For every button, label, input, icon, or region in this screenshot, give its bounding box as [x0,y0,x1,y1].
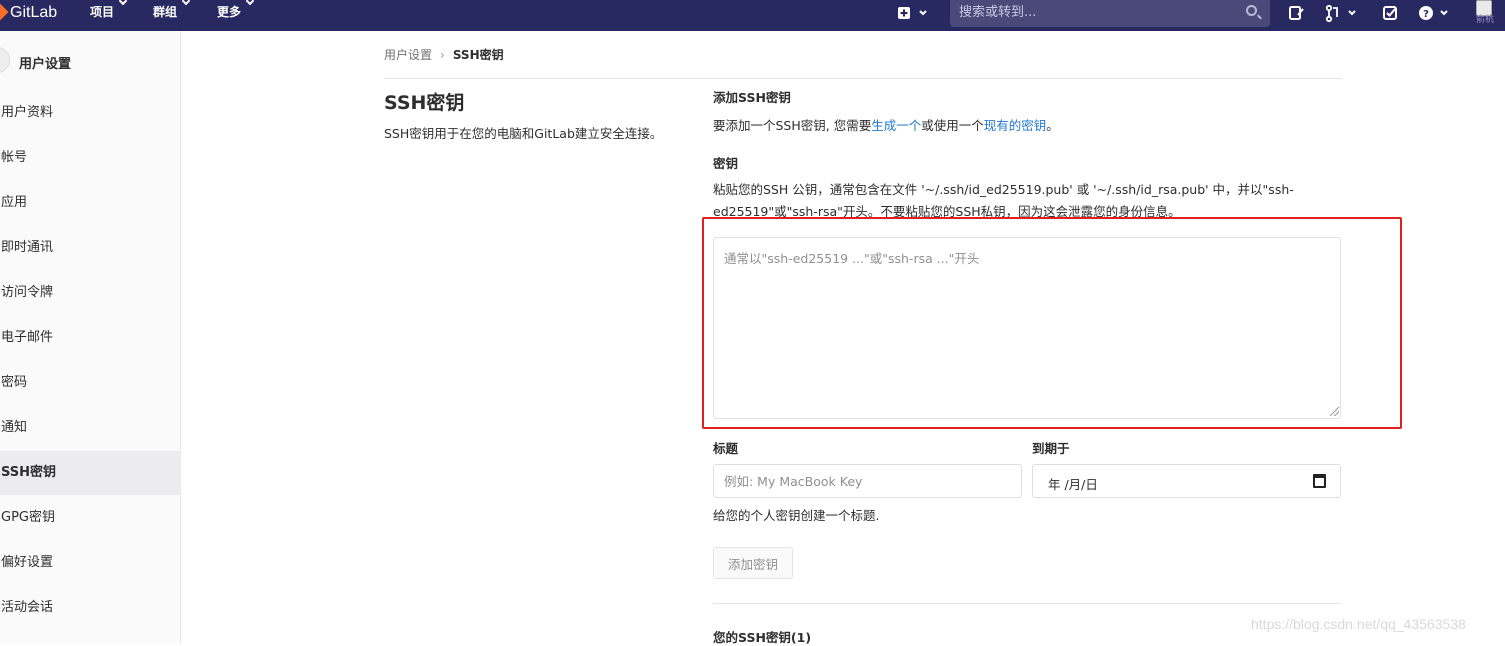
expires-date-input[interactable]: 年 /月/日 [1032,464,1341,498]
breadcrumb-separator: › [440,48,445,62]
add-key-heading: 添加SSH密钥 [713,90,791,105]
add-key-instructions: 要添加一个SSH密钥, 您需要生成一个或使用一个现有的密钥。 [713,115,1059,134]
instruction-text: 。 [1046,118,1059,133]
title-input[interactable] [713,464,1022,498]
sidebar-item-chat[interactable]: 即时通讯 [0,226,181,270]
sidebar-item-label: 偏好设置 [1,555,54,570]
sidebar-item-preferences[interactable]: 偏好设置 [0,541,181,585]
help-icon[interactable]: ? [1416,3,1456,23]
top-navbar: GitLab 项目 群组 更多 ? 俞杭 [0,0,1505,31]
instruction-text: 要添加一个SSH密钥, 您需要 [713,118,872,133]
svg-text:?: ? [1423,9,1429,20]
existing-key-link[interactable]: 现有的密钥 [984,118,1047,133]
settings-sidebar: 用户设置 用户资料 帐号 应用 即时通讯 访问令牌 电子邮件 密码 通知 SSH… [0,31,181,644]
sidebar-item-label: 应用 [1,195,28,210]
page-title: SSH密钥 [384,92,465,114]
avatar [1476,0,1492,16]
expires-field-label: 到期于 [1032,441,1070,456]
nav-menu-label: 项目 [90,5,115,19]
nav-menu-projects[interactable]: 项目 [90,0,128,31]
sidebar-item-access-tokens[interactable]: 访问令牌 [0,271,181,315]
title-field-label: 标题 [713,441,739,456]
instruction-text: 或使用一个 [921,118,984,133]
divider [384,78,1342,79]
search-box[interactable] [950,0,1270,27]
sidebar-item-password[interactable]: 密码 [0,361,181,405]
sidebar-item-label: 电子邮件 [1,330,54,345]
sidebar-context-header[interactable]: 用户设置 [0,39,181,83]
your-keys-heading: 您的SSH密钥(1) [713,630,812,645]
nav-menu-label: 群组 [153,5,178,19]
sidebar-item-profile[interactable]: 用户资料 [0,91,181,135]
new-item-dropdown-icon[interactable] [895,3,931,23]
nav-menu-more[interactable]: 更多 [217,0,255,31]
page-description: SSH密钥用于在您的电脑和GitLab建立安全连接。 [384,126,663,141]
sidebar-item-applications[interactable]: 应用 [0,181,181,225]
merge-requests-icon[interactable] [1324,3,1360,23]
sidebar-item-emails[interactable]: 电子邮件 [0,316,181,360]
watermark-text: https://blog.csdn.net/qq_43563538 [1251,616,1466,632]
nav-menu-label: 更多 [217,5,242,19]
search-icon [1246,5,1257,16]
sidebar-item-notifications[interactable]: 通知 [0,406,181,450]
divider [713,603,1341,604]
nav-menu-groups[interactable]: 群组 [153,0,191,31]
sidebar-item-active-sessions[interactable]: 活动会话 [0,586,181,630]
title-help-text: 给您的个人密钥创建一个标题. [713,508,880,523]
key-field-label: 密钥 [713,156,739,171]
breadcrumb: 用户设置 › SSH密钥 [384,46,504,63]
todos-icon[interactable] [1380,3,1400,23]
search-input[interactable] [950,0,1240,25]
sidebar-item-label: 活动会话 [1,600,54,615]
breadcrumb-current[interactable]: SSH密钥 [453,48,504,62]
sidebar-item-label: 访问令牌 [1,285,54,300]
sidebar-item-gpg-keys[interactable]: GPG密钥 [0,496,181,540]
generate-key-link[interactable]: 生成一个 [871,118,921,133]
calendar-icon[interactable] [1313,474,1326,488]
add-key-button[interactable]: 添加密钥 [713,547,793,579]
sidebar-item-label: 用户资料 [1,105,54,120]
sidebar-item-ssh-keys[interactable]: SSH密钥 [0,451,181,495]
chevron-down-icon [245,0,255,6]
sidebar-item-account[interactable]: 帐号 [0,136,181,180]
chevron-down-icon [118,0,128,6]
sidebar-item-label: 即时通讯 [1,240,54,255]
sidebar-item-label: SSH密钥 [1,465,57,480]
sidebar-context-title: 用户设置 [19,57,72,72]
sidebar-item-label: 通知 [1,420,28,435]
user-name-label: 俞杭 [1476,15,1495,25]
date-input-value: 年 /月/日 [1048,477,1098,492]
annotation-highlight-box [702,217,1402,429]
chevron-down-icon [181,0,191,6]
todo-issues-icon[interactable] [1286,3,1306,23]
sidebar-item-label: 密码 [1,375,28,390]
sidebar-item-label: 帐号 [1,150,28,165]
sidebar-item-label: GPG密钥 [1,510,55,525]
avatar [0,47,10,73]
user-avatar-menu[interactable]: 俞杭 [1476,0,1496,31]
brand-name[interactable]: GitLab [0,0,57,31]
breadcrumb-parent-link[interactable]: 用户设置 [384,48,432,62]
